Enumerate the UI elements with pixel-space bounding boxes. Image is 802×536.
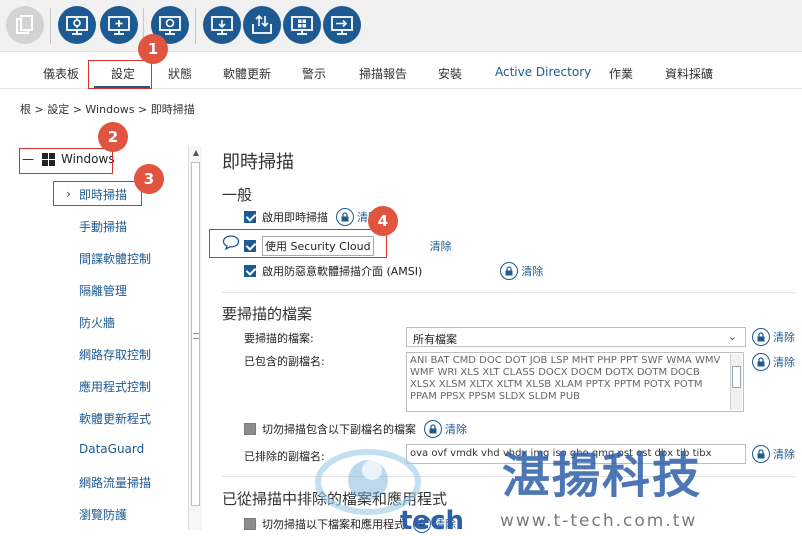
clear-button[interactable]: 清除 <box>752 445 795 463</box>
callout-4: 4 <box>368 206 398 236</box>
files-to-scan-select[interactable]: 所有檔案 ⌄ <box>406 327 746 347</box>
clear-label: 清除 <box>773 356 795 369</box>
copy-icon[interactable] <box>6 6 44 44</box>
chevron-down-icon: ⌄ <box>727 330 737 343</box>
monitor-settings-icon[interactable] <box>58 6 96 44</box>
highlight-settings-tab <box>88 60 152 89</box>
monitor-add-icon[interactable] <box>100 6 138 44</box>
tab-alerts[interactable]: 警示 <box>302 65 326 82</box>
windows-monitor-icon[interactable] <box>283 6 321 44</box>
section-files-to-scan: 要掃描的檔案 <box>222 305 313 323</box>
exclude-files-checkbox[interactable] <box>244 518 256 530</box>
section-general: 一般 <box>222 186 253 204</box>
enable-amsi-checkbox[interactable] <box>244 265 256 277</box>
nav-item-manual-scan[interactable]: 手動掃描 <box>79 218 127 235</box>
lock-icon <box>752 328 770 346</box>
scroll-grip <box>193 333 199 339</box>
included-extensions-value: ANI BAT CMD DOC DOT JOB LSP MHT PHP PPT … <box>410 355 721 402</box>
tab-dashboard[interactable]: 儀表板 <box>43 65 79 82</box>
tab-install[interactable]: 安裝 <box>438 65 462 82</box>
tab-jobs[interactable]: 作業 <box>609 65 633 82</box>
breadcrumb: 根 > 設定 > Windows > 即時掃描 <box>20 103 195 116</box>
tab-active-directory[interactable]: Active Directory <box>495 65 591 79</box>
textarea-scrollbar[interactable] <box>730 354 742 410</box>
clear-button[interactable]: 清除 <box>430 238 452 254</box>
enable-realtime-label: 啟用即時掃描 <box>262 211 328 224</box>
highlight-realtime-scan <box>53 181 142 206</box>
included-extensions-label: 已包含的副檔名: <box>244 355 325 368</box>
tab-data-mining[interactable]: 資料採礦 <box>665 65 713 82</box>
page-title: 即時掃描 <box>222 152 294 173</box>
scroll-up-icon[interactable]: ▲ <box>189 146 203 160</box>
tab-status[interactable]: 狀態 <box>168 65 192 82</box>
divider <box>222 292 796 293</box>
toolbar-separator <box>195 8 196 44</box>
monitor-transfer-icon[interactable] <box>243 6 281 44</box>
nav-item-software-updater[interactable]: 軟體更新程式 <box>79 410 151 427</box>
lock-icon <box>752 445 770 463</box>
tab-scan-reports[interactable]: 掃描報告 <box>359 65 407 82</box>
lock-icon <box>336 208 354 226</box>
clear-label: 清除 <box>773 448 795 461</box>
enable-realtime-row: 啟用即時掃描 清除 <box>244 208 379 226</box>
lock-icon <box>752 353 770 371</box>
watermark-brand: 湛揚科技 <box>502 448 703 504</box>
nav-scrollbar[interactable]: ▲ <box>188 146 202 530</box>
scroll-thumb[interactable] <box>191 162 200 506</box>
enable-realtime-checkbox[interactable] <box>244 211 256 223</box>
clear-button[interactable]: 清除 <box>752 328 795 346</box>
nav-item-dataguard[interactable]: DataGuard <box>79 442 144 456</box>
nav-item-firewall[interactable]: 防火牆 <box>79 314 115 331</box>
clear-label: 清除 <box>521 265 544 278</box>
files-to-scan-label: 要掃描的檔案: <box>244 332 314 345</box>
enable-amsi-row: 啟用防惡意軟體掃描介面 (AMSI) 清除 <box>244 262 543 280</box>
clear-button[interactable]: 清除 <box>752 353 795 371</box>
enable-amsi-label: 啟用防惡意軟體掃描介面 (AMSI) <box>262 265 423 278</box>
callout-3: 3 <box>134 164 164 194</box>
watermark-url: www.t-tech.com.tw <box>500 511 698 531</box>
files-to-scan-value: 所有檔案 <box>413 333 457 346</box>
monitor-download-icon[interactable] <box>203 6 241 44</box>
nav-item-traffic-scan[interactable]: 網路流量掃描 <box>79 474 151 491</box>
tab-software-update[interactable]: 軟體更新 <box>223 65 271 82</box>
watermark-logo-text: tech <box>400 506 464 536</box>
nav-item-browsing-protection[interactable]: 瀏覽防護 <box>79 506 127 523</box>
included-extensions-textarea[interactable]: ANI BAT CMD DOC DOT JOB LSP MHT PHP PPT … <box>406 352 744 412</box>
nav-item-app-control[interactable]: 應用程式控制 <box>79 378 151 395</box>
exclude-extensions-checkbox[interactable] <box>244 423 256 435</box>
textarea-scroll-thumb[interactable] <box>732 366 741 388</box>
nav-item-spyware-control[interactable]: 間諜軟體控制 <box>79 250 151 267</box>
clear-label: 清除 <box>429 240 452 253</box>
highlight-security-cloud <box>209 229 387 258</box>
callout-2: 2 <box>98 122 128 152</box>
toolbar-separator <box>50 8 51 44</box>
nav-item-network-access[interactable]: 網路存取控制 <box>79 346 151 363</box>
lock-icon <box>500 262 519 280</box>
clear-button[interactable]: 清除 <box>500 262 543 280</box>
toolbar <box>0 0 802 52</box>
clear-label: 清除 <box>773 331 795 344</box>
monitor-login-icon[interactable] <box>323 6 361 44</box>
callout-1: 1 <box>138 34 168 64</box>
nav-item-quarantine[interactable]: 隔離管理 <box>79 282 127 299</box>
highlight-windows-node <box>19 148 113 174</box>
